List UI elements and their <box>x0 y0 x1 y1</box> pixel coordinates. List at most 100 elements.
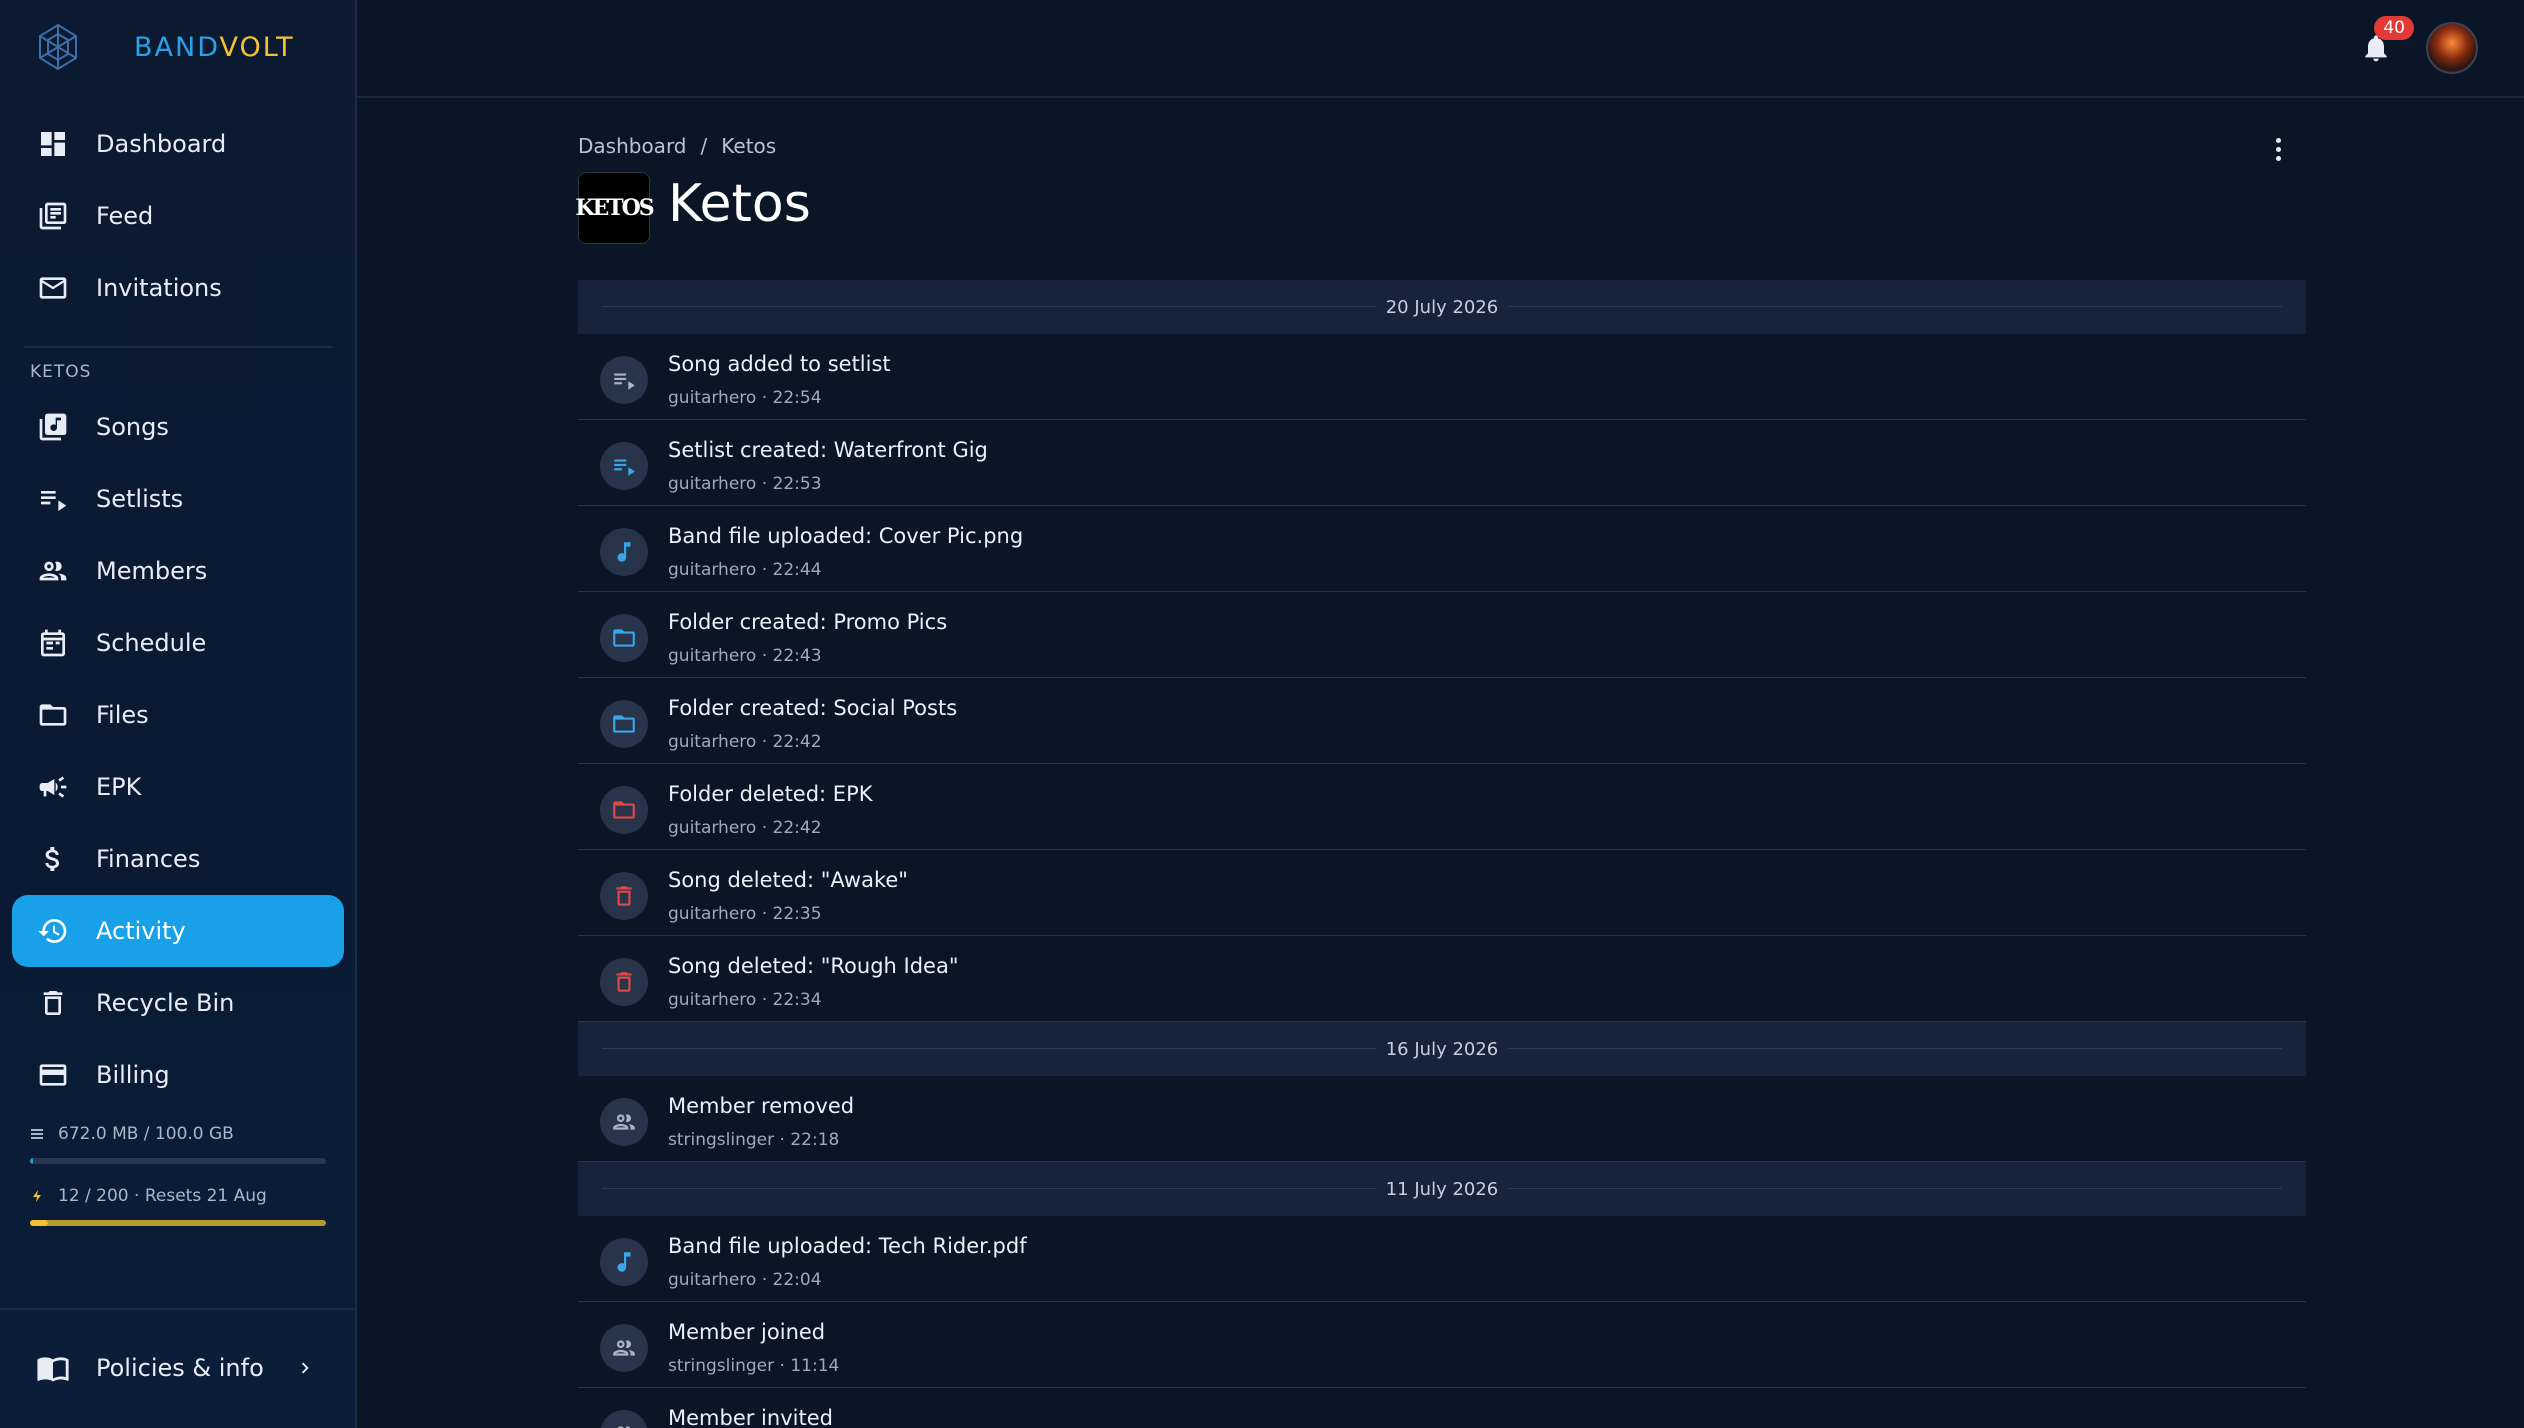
sidebar-item-files[interactable]: Files <box>12 679 344 751</box>
brand-name: BANDVOLT <box>134 31 295 63</box>
sidebar-item-label: Billing <box>96 1061 170 1089</box>
credits-usage: 12 / 200 · Resets 21 Aug <box>30 1186 326 1226</box>
activity-entry: Band file uploaded: Tech Rider.pdf guitar… <box>578 1216 2306 1302</box>
sidebar-item-label: Files <box>96 701 149 729</box>
sidebar-item-label: Invitations <box>96 274 222 302</box>
folder-icon <box>600 786 648 834</box>
band-logo: KETOS <box>575 172 655 244</box>
activity-entry: Song deleted: "Rough Idea" guitarhero · 2… <box>578 936 2306 1022</box>
credit-card-icon <box>36 1058 70 1092</box>
people-icon <box>600 1324 648 1372</box>
activity-title: Folder created: Social Posts <box>668 696 958 720</box>
activity-meta: guitarhero · 22:54 <box>668 388 822 408</box>
activity-title: Member joined <box>668 1320 826 1344</box>
activity-meta: guitarhero · 22:42 <box>668 732 822 752</box>
book-icon <box>36 1351 70 1385</box>
date-label: 20 July 2026 <box>1375 296 1509 318</box>
storage-text: 672.0 MB / 100.0 GB <box>58 1124 234 1144</box>
sidebar-item-songs[interactable]: Songs <box>12 391 344 463</box>
activity-title: Band file uploaded: Tech Rider.pdf <box>668 1234 1027 1258</box>
history-icon <box>36 914 70 948</box>
activity-meta: guitarhero · 22:42 <box>668 818 822 838</box>
calendar-icon <box>36 626 70 660</box>
people-icon <box>36 554 70 588</box>
date-separator: 16 July 2026 <box>578 1022 2306 1076</box>
storage-icon <box>31 1129 43 1139</box>
sidebar-item-label: Feed <box>96 202 154 230</box>
folder-icon <box>600 700 648 748</box>
activity-title: Folder created: Promo Pics <box>668 610 948 634</box>
sidebar-item-label: Schedule <box>96 629 207 657</box>
sidebar-item-label: Songs <box>96 413 169 441</box>
date-label: 11 July 2026 <box>1375 1178 1509 1200</box>
activity-title: Song deleted: "Rough Idea" <box>668 954 959 978</box>
sidebar-item-label: Members <box>96 557 208 585</box>
sidebar-item-dashboard[interactable]: Dashboard <box>12 108 344 180</box>
music-library-icon <box>36 410 70 444</box>
date-separator: 11 July 2026 <box>578 1162 2306 1216</box>
activity-entry: Song deleted: "Awake" guitarhero · 22:35 <box>578 850 2306 936</box>
activity-meta: guitarhero · 22:53 <box>668 474 822 494</box>
activity-entry: Setlist created: Waterfront Gig guitarher… <box>578 420 2306 506</box>
activity-title: Song added to setlist <box>668 352 891 376</box>
megaphone-icon <box>36 770 70 804</box>
sidebar-item-invitations[interactable]: Invitations <box>12 252 344 324</box>
sidebar-item-schedule[interactable]: Schedule <box>12 607 344 679</box>
sidebar-item-epk[interactable]: EPK <box>12 751 344 823</box>
activity-meta: stringslinger · 11:14 <box>668 1356 840 1376</box>
activity-title: Member invited <box>668 1406 833 1428</box>
playlist-icon <box>36 482 70 516</box>
activity-entry: Folder created: Promo Pics guitarhero · 2… <box>578 592 2306 678</box>
folder-icon <box>600 614 648 662</box>
date-separator: 20 July 2026 <box>578 280 2306 334</box>
sidebar-item-billing[interactable]: Billing <box>12 1039 344 1111</box>
policies-label: Policies & info <box>96 1354 264 1382</box>
sidebar-item-activity[interactable]: Activity <box>12 895 344 967</box>
sidebar-item-recycle-bin[interactable]: Recycle Bin <box>12 967 344 1039</box>
breadcrumb-dashboard[interactable]: Dashboard <box>578 134 687 158</box>
activity-feed: 20 July 2026 Song added to setlist guitarh… <box>578 280 2306 1428</box>
people-icon <box>600 1410 648 1428</box>
sidebar-item-feed[interactable]: Feed <box>12 180 344 252</box>
sidebar-item-members[interactable]: Members <box>12 535 344 607</box>
avatar[interactable] <box>2426 22 2478 74</box>
activity-title: Setlist created: Waterfront Gig <box>668 438 988 462</box>
activity-meta: guitarhero · 22:35 <box>668 904 822 924</box>
people-icon <box>600 1098 648 1146</box>
date-label: 16 July 2026 <box>1375 1038 1509 1060</box>
activity-meta: stringslinger · 22:18 <box>668 1130 840 1150</box>
music-note-icon <box>600 528 648 576</box>
activity-meta: guitarhero · 22:34 <box>668 990 822 1010</box>
activity-title: Member removed <box>668 1094 855 1118</box>
activity-meta: guitarhero · 22:44 <box>668 560 822 580</box>
sidebar-item-finances[interactable]: Finances <box>12 823 344 895</box>
playlist-icon <box>600 356 648 404</box>
sidebar-footer: Policies & info <box>0 1308 355 1428</box>
brand[interactable]: BANDVOLT <box>36 22 295 72</box>
activity-entry: Folder deleted: EPK guitarhero · 22:42 <box>578 764 2306 850</box>
breadcrumb: Dashboard / Ketos <box>578 134 776 158</box>
sidebar-item-setlists[interactable]: Setlists <box>12 463 344 535</box>
lightning-icon <box>33 1190 41 1202</box>
sidebar: BANDVOLT Dashboard Feed Invitations KETO… <box>0 0 357 1428</box>
more-options-button[interactable] <box>2272 138 2284 164</box>
activity-title: Folder deleted: EPK <box>668 782 873 806</box>
credits-bar-fill <box>30 1220 48 1226</box>
credits-text: 12 / 200 · Resets 21 Aug <box>58 1186 267 1206</box>
breadcrumb-separator: / <box>700 134 708 158</box>
activity-meta: guitarhero · 22:43 <box>668 646 822 666</box>
feed-icon <box>36 199 70 233</box>
trash-icon <box>600 958 648 1006</box>
music-note-icon <box>600 1238 648 1286</box>
activity-entry: Folder created: Social Posts guitarhero ·… <box>578 678 2306 764</box>
sidebar-item-label: EPK <box>96 773 142 801</box>
activity-entry: Member removed stringslinger · 22:18 <box>578 1076 2306 1162</box>
chevron-right-icon <box>294 1357 316 1379</box>
policies-info-link[interactable]: Policies & info <box>36 1346 316 1390</box>
sidebar-item-label: Setlists <box>96 485 184 513</box>
activity-title: Band file uploaded: Cover Pic.png <box>668 524 1024 548</box>
sidebar-item-label: Finances <box>96 845 201 873</box>
trash-icon <box>600 872 648 920</box>
breadcrumb-current: Ketos <box>721 134 777 158</box>
sidebar-section-label: KETOS <box>30 362 92 382</box>
